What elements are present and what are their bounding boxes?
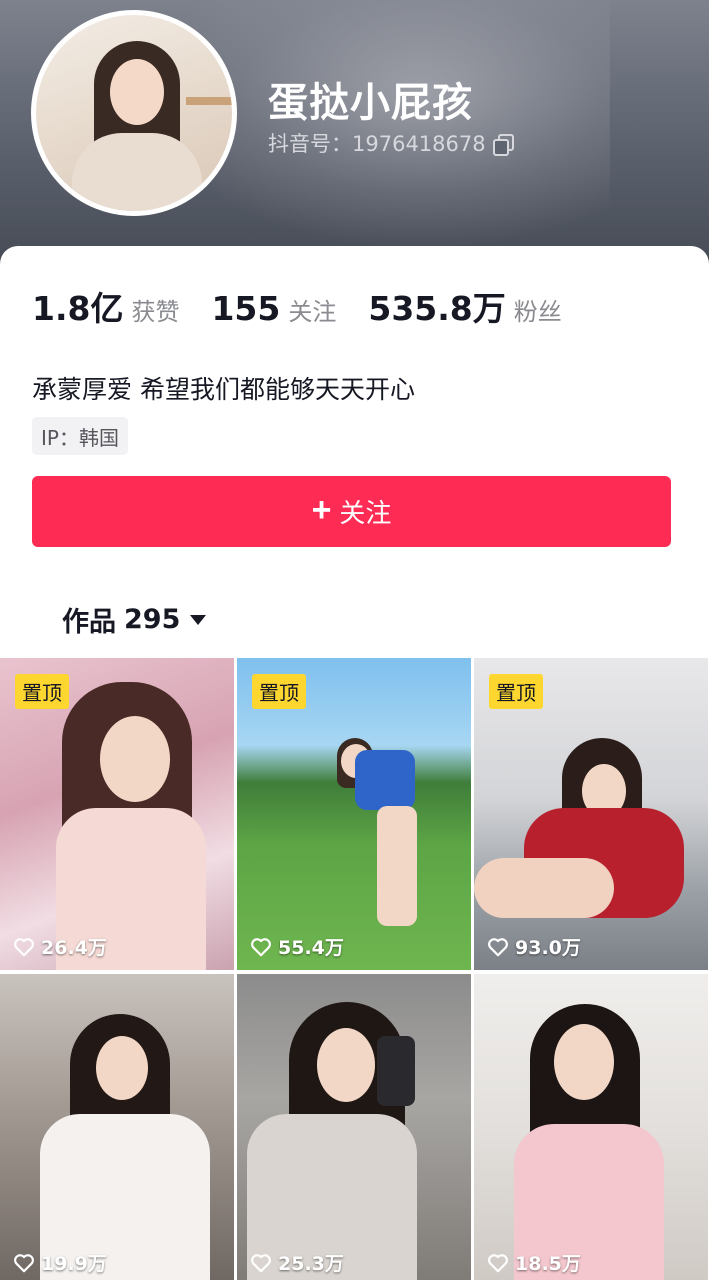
video-tile[interactable]: 25.3万 xyxy=(237,974,471,1280)
stat-following-value: 155 xyxy=(211,289,281,328)
video-tile[interactable]: 置顶 26.4万 xyxy=(0,658,234,970)
follow-button-label: 关注 xyxy=(339,498,392,528)
video-tile[interactable]: 19.9万 xyxy=(0,974,234,1280)
heart-icon xyxy=(14,1253,34,1272)
douyin-id[interactable]: 抖音号：1976418678 xyxy=(268,128,514,158)
like-count: 19.9万 xyxy=(13,1249,107,1276)
stat-followers-label: 粉丝 xyxy=(513,298,562,326)
heart-icon xyxy=(251,1253,271,1272)
like-count: 93.0万 xyxy=(487,933,581,960)
tab-works-count: 295 xyxy=(124,604,181,635)
pinned-badge: 置顶 xyxy=(252,674,306,709)
plus-icon: + xyxy=(311,491,332,529)
heart-icon xyxy=(488,1253,508,1272)
like-count-value: 26.4万 xyxy=(41,937,107,959)
like-count-value: 55.4万 xyxy=(278,937,344,959)
like-count-value: 93.0万 xyxy=(515,937,581,959)
tab-works[interactable]: 作品 295 xyxy=(62,600,207,639)
heart-icon xyxy=(488,937,508,956)
like-count: 26.4万 xyxy=(13,933,107,960)
stat-likes-label: 获赞 xyxy=(131,298,180,326)
video-tile[interactable]: 18.5万 xyxy=(474,974,708,1280)
like-count-value: 19.9万 xyxy=(41,1253,107,1275)
stat-following-label: 关注 xyxy=(288,298,337,326)
bio: 承蒙厚爱 希望我们都能够天天开心 xyxy=(32,375,415,404)
pinned-badge: 置顶 xyxy=(15,674,69,709)
like-count: 25.3万 xyxy=(250,1249,344,1276)
stat-likes-value: 1.8亿 xyxy=(32,289,124,328)
stat-followers-value: 535.8万 xyxy=(368,289,506,328)
tab-works-label: 作品 xyxy=(62,607,116,638)
ip-location-tag: IP：韩国 xyxy=(32,417,128,455)
like-count: 55.4万 xyxy=(250,933,344,960)
stat-likes[interactable]: 1.8亿 获赞 xyxy=(32,282,179,330)
video-tile[interactable]: 置顶 55.4万 xyxy=(237,658,471,970)
video-tile[interactable]: 置顶 93.0万 xyxy=(474,658,708,970)
heart-icon xyxy=(14,937,34,956)
douyin-id-text: 抖音号：1976418678 xyxy=(268,132,486,156)
video-grid: 置顶 26.4万 置顶 55.4万 置顶 93.0万 19.9万 25.3万 1… xyxy=(0,658,709,1280)
avatar[interactable] xyxy=(31,10,237,216)
stats-row: 1.8亿 获赞 155 关注 535.8万 粉丝 xyxy=(32,282,594,330)
pinned-badge: 置顶 xyxy=(489,674,543,709)
caret-down-icon xyxy=(190,614,207,625)
nickname: 蛋挞小屁孩 xyxy=(268,80,473,126)
like-count-value: 18.5万 xyxy=(515,1253,581,1275)
stat-followers[interactable]: 535.8万 粉丝 xyxy=(368,282,561,330)
copy-icon[interactable] xyxy=(492,133,514,156)
stat-following[interactable]: 155 关注 xyxy=(211,289,336,328)
follow-button[interactable]: + 关注 xyxy=(32,476,671,547)
like-count: 18.5万 xyxy=(487,1249,581,1276)
heart-icon xyxy=(251,937,271,956)
like-count-value: 25.3万 xyxy=(278,1253,344,1275)
